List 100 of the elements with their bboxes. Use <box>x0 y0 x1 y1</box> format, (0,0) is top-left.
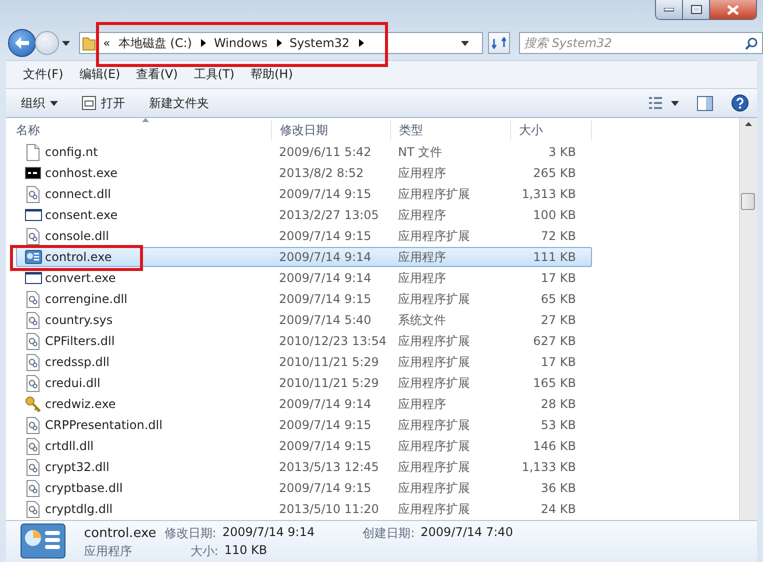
scrollbar-thumb[interactable] <box>741 193 755 210</box>
file-row[interactable]: credwiz.exe 2009/7/14 9:14 应用程序 28 KB <box>16 394 592 414</box>
arrow-left-icon <box>15 37 29 49</box>
dll-file-icon <box>26 312 40 328</box>
file-row[interactable]: CRPPresentation.dll 2009/7/14 9:15 应用程序扩展 53 KB <box>16 415 592 435</box>
file-type: 应用程序扩展 <box>397 438 471 454</box>
file-name: control.exe <box>45 250 112 264</box>
file-size: 627 KB <box>532 334 577 348</box>
menu-item[interactable]: 工具(T) <box>190 64 238 85</box>
file-row[interactable]: console.dll 2009/7/14 9:15 应用程序扩展 72 KB <box>16 226 592 246</box>
file-row[interactable]: consent.exe 2013/2/27 13:05 应用程序 100 KB <box>16 205 592 225</box>
file-type: 应用程序扩展 <box>397 354 471 370</box>
refresh-button[interactable] <box>488 32 510 54</box>
address-bar[interactable]: « 本地磁盘 (C:) Windows System32 <box>79 32 483 54</box>
scroll-up-icon[interactable] <box>745 122 752 126</box>
modified-date: 2009/7/14 5:40 <box>278 313 372 327</box>
file-name: CPFilters.dll <box>45 334 115 348</box>
control-panel-icon <box>20 522 66 558</box>
preview-pane-icon[interactable] <box>697 96 713 110</box>
modified-date: 2010/11/21 5:29 <box>278 376 380 390</box>
file-size: 17 KB <box>540 355 577 369</box>
file-row[interactable]: correngine.dll 2009/7/14 9:15 应用程序扩展 65 KB <box>16 289 592 309</box>
scrollbar[interactable] <box>739 118 757 520</box>
search-field[interactable]: 搜索 System32 <box>519 32 763 54</box>
column-header[interactable]: 大小 <box>511 120 592 140</box>
breadcrumb[interactable]: 本地磁盘 (C:) <box>117 34 193 52</box>
close-button[interactable] <box>710 0 756 19</box>
file-type: NT 文件 <box>397 144 444 160</box>
file-type: 应用程序 <box>84 542 133 560</box>
new-folder-button[interactable]: 新建文件夹 <box>146 92 212 114</box>
file-row[interactable]: crtdll.dll 2009/7/14 9:15 应用程序扩展 146 KB <box>16 436 592 456</box>
file-type: 应用程序扩展 <box>397 500 471 518</box>
file-row[interactable]: cryptbase.dll 2009/7/14 9:15 应用程序扩展 36 KB <box>16 478 592 498</box>
dll-file-icon <box>26 290 40 308</box>
file-name: conhost.exe <box>45 166 118 180</box>
back-button[interactable] <box>8 29 36 57</box>
modified-date: 2010/12/23 13:54 <box>278 334 388 348</box>
file-row[interactable]: config.nt 2009/6/11 5:42 NT 文件 3 KB <box>16 142 592 162</box>
key-icon <box>24 396 42 412</box>
field-label: 大小: <box>190 542 218 560</box>
column-header[interactable]: 修改日期 <box>272 120 391 140</box>
dll-file-icon <box>26 374 40 392</box>
file-type: 应用程序扩展 <box>397 458 471 476</box>
file-name: crypt32.dll <box>45 460 110 474</box>
file-row[interactable]: conhost.exe 2013/8/2 8:52 应用程序 265 KB <box>16 163 592 183</box>
file-type: 应用程序扩展 <box>397 186 471 202</box>
file-name: credui.dll <box>45 376 100 390</box>
open-button[interactable]: 打开 <box>79 92 128 114</box>
dll-file-icon <box>26 500 40 518</box>
file-size: 27 KB <box>540 313 577 327</box>
minimize-button[interactable] <box>656 0 683 19</box>
file-row[interactable]: country.sys 2009/7/14 5:40 系统文件 27 KB <box>16 310 592 330</box>
file-size: 36 KB <box>540 481 577 495</box>
dll-file-icon <box>26 228 40 244</box>
chevron-icon[interactable] <box>358 39 364 47</box>
breadcrumb[interactable]: Windows <box>212 36 269 50</box>
file-row[interactable]: credssp.dll 2010/11/21 5:29 应用程序扩展 17 KB <box>16 352 592 372</box>
chevron-icon[interactable] <box>276 39 282 47</box>
chevron-icon[interactable] <box>200 39 206 47</box>
organize-button[interactable]: 组织 <box>18 92 61 114</box>
view-options-icon[interactable] <box>649 97 679 109</box>
file-row[interactable]: credui.dll 2010/11/21 5:29 应用程序扩展 165 KB <box>16 373 592 393</box>
modified-date: 2010/11/21 5:29 <box>278 355 380 369</box>
field-label: 创建日期: <box>362 524 415 542</box>
menu-item[interactable]: 帮助(H) <box>248 64 296 85</box>
search-icon[interactable] <box>745 37 758 50</box>
recent-pages-icon[interactable] <box>62 40 70 46</box>
file-row[interactable]: convert.exe 2009/7/14 9:14 应用程序 17 KB <box>16 268 592 288</box>
file-name: cryptbase.dll <box>45 481 123 495</box>
caret-icon[interactable] <box>50 100 58 106</box>
file-type: 系统文件 <box>397 312 447 328</box>
file-type: 应用程序扩展 <box>397 332 471 350</box>
file-row[interactable]: connect.dll 2009/7/14 9:15 应用程序扩展 1,313 KB <box>16 184 592 204</box>
modified-date: 2009/7/14 9:14 <box>278 250 372 264</box>
arrow-right-icon <box>41 38 53 48</box>
field-value: 2009/7/14 9:14 <box>222 524 315 540</box>
help-icon[interactable] <box>731 94 749 112</box>
file-row[interactable]: crypt32.dll 2013/5/13 12:45 应用程序扩展 1,133 KB <box>16 457 592 477</box>
maximize-icon <box>690 5 702 14</box>
file-type: 应用程序扩展 <box>397 374 471 392</box>
menu-item[interactable]: 查看(V) <box>133 64 181 85</box>
file-size: 146 KB <box>532 439 577 453</box>
address-dropdown-icon[interactable] <box>461 40 469 46</box>
column-header[interactable]: 类型 <box>391 120 511 140</box>
refresh-icon <box>492 37 506 49</box>
dll-file-icon <box>26 438 40 454</box>
menu-item[interactable]: 编辑(E) <box>76 64 124 85</box>
menu-item[interactable]: 文件(F) <box>20 64 66 85</box>
file-row[interactable]: cryptdlg.dll 2013/5/10 11:20 应用程序扩展 24 KB <box>16 499 592 519</box>
file-row[interactable]: control.exe 2009/7/14 9:14 应用程序 111 KB <box>16 247 592 267</box>
field-value: 2009/7/14 7:40 <box>420 524 513 540</box>
maximize-button[interactable] <box>683 0 710 19</box>
modified-date: 2009/7/14 9:15 <box>278 481 372 495</box>
file-size: 111 KB <box>532 250 577 264</box>
file-name: connect.dll <box>45 187 111 201</box>
file-row[interactable]: CPFilters.dll 2010/12/23 13:54 应用程序扩展 627 KB <box>16 331 592 351</box>
file-name: config.nt <box>45 145 98 159</box>
overflow-chevron[interactable]: « <box>103 36 110 50</box>
breadcrumb[interactable]: System32 <box>288 36 351 50</box>
file-size: 24 KB <box>540 502 577 516</box>
